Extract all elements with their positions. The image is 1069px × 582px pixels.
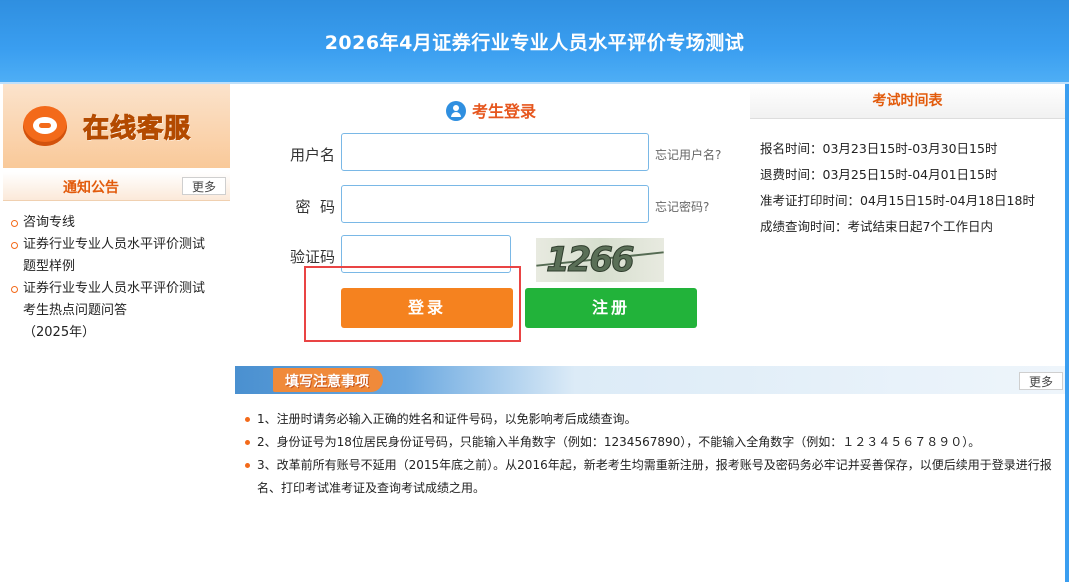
online-service-label: 在线客服 <box>82 114 192 145</box>
exam-schedule-panel: 考试时间表 报名时间：03月23日15时-03月30日15时 退费时间：03月2… <box>750 84 1065 366</box>
notes-list: 1、注册时请务必输入正确的姓名和证件号码，以免影响考后成绩查询。 2、身份证号为… <box>245 408 1055 500</box>
schedule-title: 考试时间表 <box>750 84 1065 119</box>
captcha-text: 1266 <box>546 240 636 281</box>
user-icon <box>445 101 466 121</box>
forgot-password-link[interactable]: 忘记密码? <box>655 198 709 215</box>
notice-title: 通知公告 <box>63 180 119 196</box>
schedule-refund: 退费时间：03月25日15时-04月01日15时 <box>760 167 998 182</box>
register-button[interactable]: 注册 <box>525 288 697 328</box>
notice-item-faq-year[interactable]: （2025年） <box>10 322 225 344</box>
password-label: 密 码 <box>295 198 335 216</box>
notice-item-hotline[interactable]: 咨询专线 <box>10 212 225 234</box>
note-item: 2、身份证号为18位居民身份证号码，只能输入半角数字（例如：1234567890… <box>245 431 1055 454</box>
notice-item-sample[interactable]: 证券行业专业人员水平评价测试 <box>10 234 225 256</box>
left-sidebar: 在线客服 通知公告 更多 咨询专线 证券行业专业人员水平评价测试 题型样例 证券… <box>0 84 231 582</box>
notice-header: 通知公告 更多 <box>3 172 230 201</box>
schedule-list: 报名时间：03月23日15时-03月30日15时 退费时间：03月25日15时-… <box>760 136 1035 240</box>
notes-more-button[interactable]: 更多 <box>1019 372 1063 390</box>
login-title: 考生登录 <box>471 102 536 121</box>
forgot-username-link[interactable]: 忘记用户名? <box>655 146 721 163</box>
notice-item-faq[interactable]: 证券行业专业人员水平评价测试 <box>10 278 225 300</box>
notice-list: 咨询专线 证券行业专业人员水平评价测试 题型样例 证券行业专业人员水平评价测试 … <box>10 212 225 344</box>
username-label: 用户名 <box>289 146 335 164</box>
top-header: 2026年4月证券行业专业人员水平评价专场测试 <box>0 0 1069 84</box>
schedule-score-query: 成绩查询时间：考试结束日起7个工作日内 <box>760 219 993 234</box>
notice-item-faq-cont[interactable]: 考生热点问题问答 <box>10 300 225 322</box>
captcha-label: 验证码 <box>289 248 335 266</box>
note-item: 3、改革前所有账号不延用（2015年底之前）。从2016年起，新老考生均需重新注… <box>245 454 1055 500</box>
password-field[interactable] <box>341 185 649 223</box>
robot-icon <box>23 106 67 146</box>
notes-header: 填写注意事项 更多 <box>235 366 1065 394</box>
notes-title: 填写注意事项 <box>285 374 369 390</box>
login-header: 考生登录 <box>235 98 747 122</box>
page-title: 2026年4月证券行业专业人员水平评价专场测试 <box>324 32 745 54</box>
schedule-registration: 报名时间：03月23日15时-03月30日15时 <box>760 141 998 156</box>
notice-more-button[interactable]: 更多 <box>182 177 226 195</box>
schedule-admission-print: 准考证打印时间：04月15日15时-04月18日18时 <box>760 193 1035 208</box>
username-field[interactable] <box>341 133 649 171</box>
notes-panel: 填写注意事项 更多 1、注册时请务必输入正确的姓名和证件号码，以免影响考后成绩查… <box>235 366 1065 582</box>
online-service-banner[interactable]: 在线客服 <box>3 84 230 168</box>
notice-item-sample-cont[interactable]: 题型样例 <box>10 256 225 278</box>
login-highlight-box <box>304 266 521 342</box>
captcha-image[interactable]: 1266 <box>536 238 664 282</box>
right-edge-bar <box>1065 84 1069 582</box>
note-item: 1、注册时请务必输入正确的姓名和证件号码，以免影响考后成绩查询。 <box>245 408 1055 431</box>
